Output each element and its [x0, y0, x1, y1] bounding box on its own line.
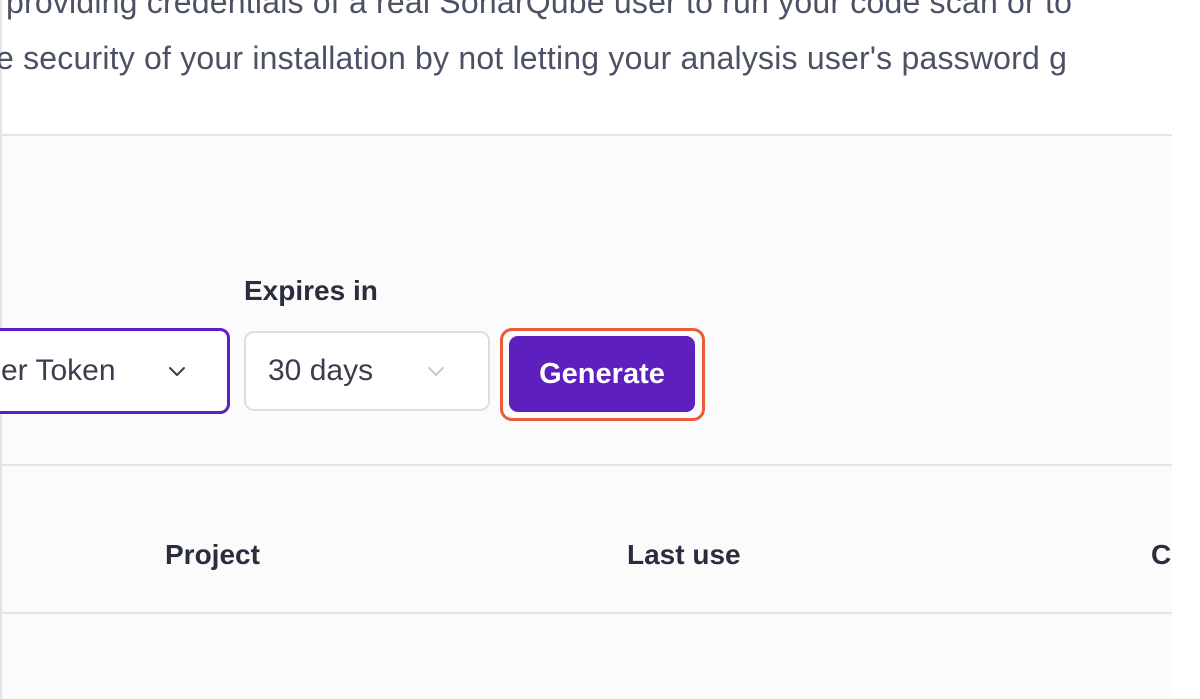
page-margin: [1172, 0, 1200, 699]
expires-in-label: Expires in: [244, 275, 378, 306]
column-header-last-use[interactable]: Last use: [627, 539, 741, 571]
tokens-panel: providing credentials of a real SonarQub…: [0, 0, 1198, 699]
description-line-2: e security of your installation by not l…: [0, 40, 1068, 76]
chevron-down-icon: [428, 367, 444, 376]
column-header-project[interactable]: Project: [165, 539, 260, 571]
description-line-1: providing credentials of a real SonarQub…: [6, 0, 1073, 20]
chevron-down-icon: [169, 367, 185, 376]
token-description: providing credentials of a real SonarQub…: [0, 0, 1174, 136]
token-type-select[interactable]: er Token: [0, 328, 230, 414]
generate-button[interactable]: Generate: [509, 336, 695, 412]
expires-in-value: 30 days: [268, 354, 374, 387]
token-type-value: er Token: [1, 354, 116, 387]
section-divider: [2, 464, 1174, 466]
expires-in-select[interactable]: 30 days: [244, 331, 490, 411]
table-header-divider: [2, 612, 1174, 614]
token-generation-page: providing credentials of a real SonarQub…: [0, 0, 1200, 699]
